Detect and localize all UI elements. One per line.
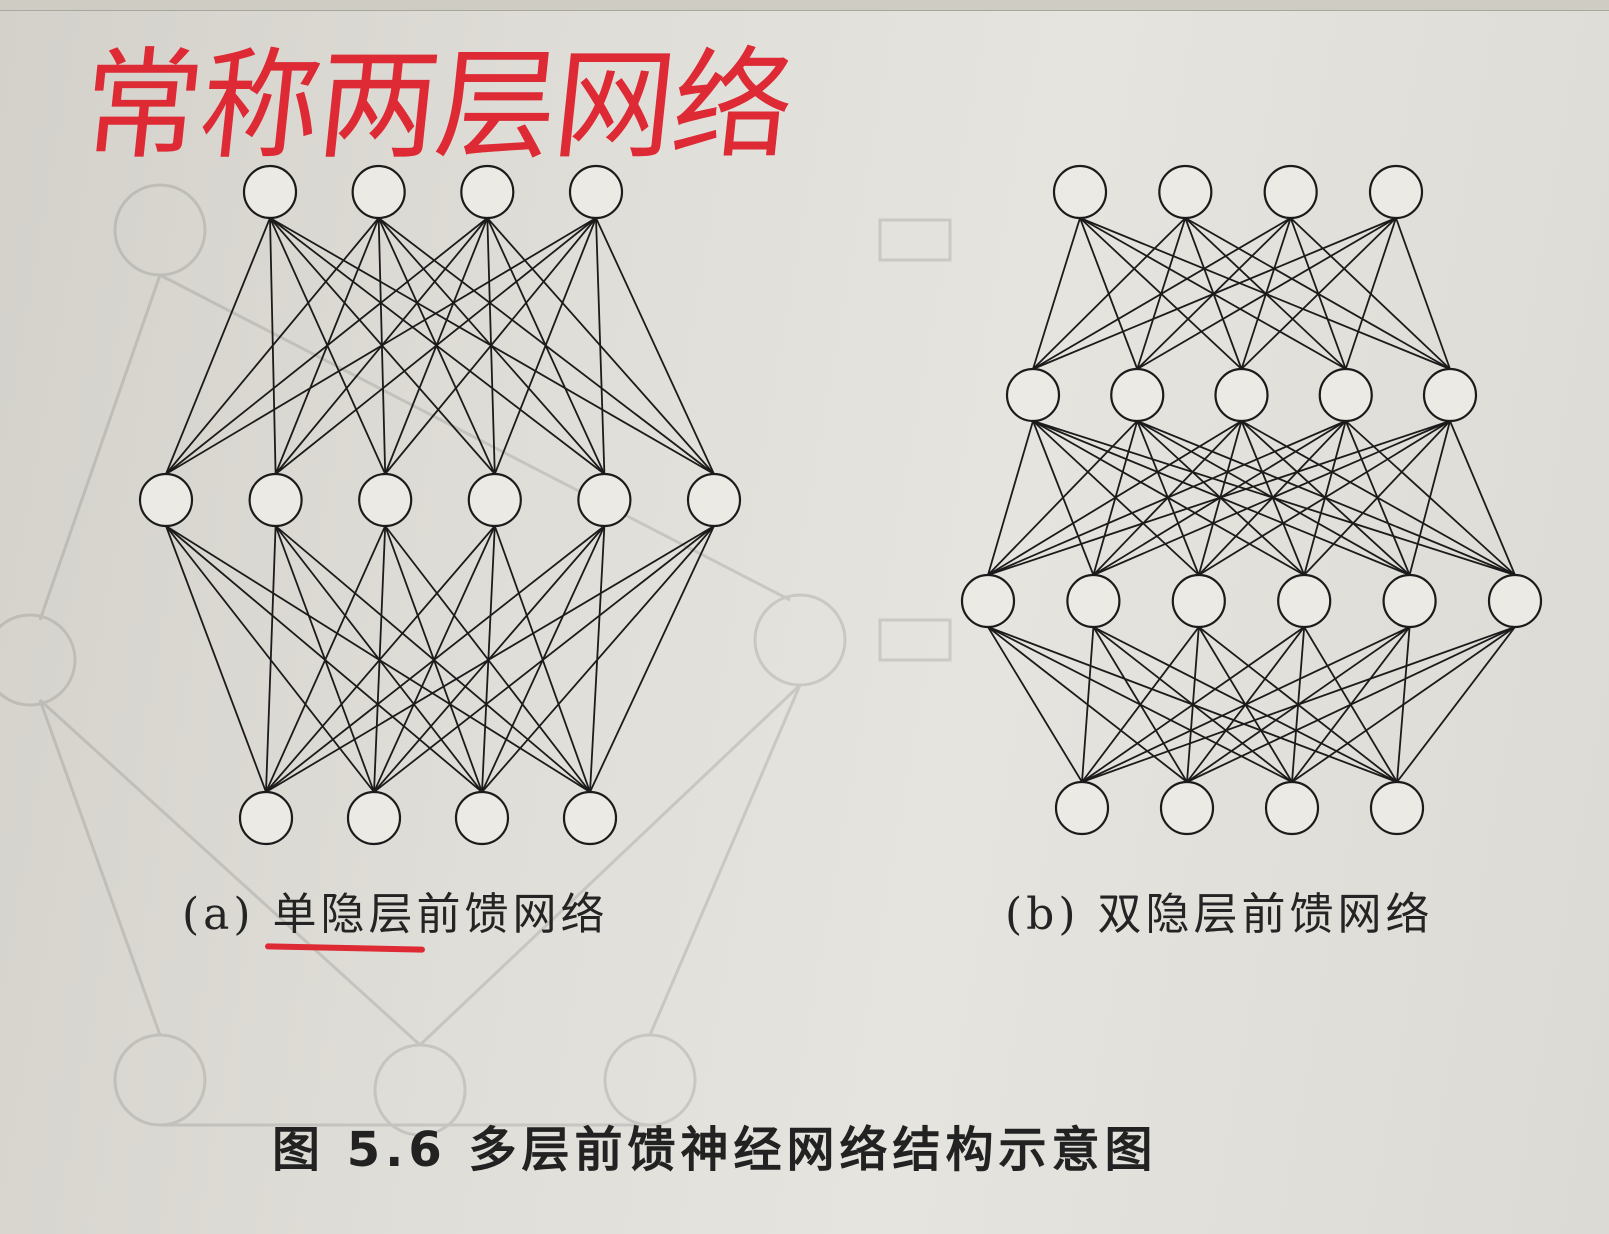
neuron-node-layer-4 [1369,780,1425,836]
double-hidden-layer-network [960,164,1543,836]
connection-edge [1291,626,1516,783]
neuron-node-layer-1 [1263,164,1318,220]
neuron-node-layer-2 [1005,367,1061,423]
connection-edge [1032,217,1397,370]
connection-edge [1395,217,1451,370]
subfigure-b-caption: (b) 双隐层前馈网络 [1005,889,1434,940]
neuron-node-layer-2 [1214,367,1269,423]
neuron-node-layer-2 [1110,367,1165,423]
neuron-node-layer-3 [1171,573,1226,629]
neuron-node-layer-2 [1318,367,1373,423]
neuron-node-layer-4 [1159,780,1215,836]
connection-edge [1396,626,1516,783]
connection-edge [1344,217,1397,370]
neuron-node-layer-3 [1382,573,1437,629]
neuron-node-layer-3 [1487,573,1543,629]
neuron-node-layer-2 [1422,367,1478,423]
connection-edge [1081,626,1095,783]
neuron-node-layer-1 [1158,164,1213,220]
subfigure-a-caption: (a) 单隐层前馈网络 [182,889,609,940]
connection-edge [1081,626,1305,783]
neuron-node-layer-3 [960,573,1016,629]
neuron-node-layer-3 [1066,573,1121,629]
neuron-node-layer-3 [1277,573,1332,629]
neuron-node-layer-1 [1368,164,1424,220]
neuron-node-layer-4 [1264,780,1320,836]
neuron-node-layer-4 [1054,780,1110,836]
book-page: 常称两层网络 (a) 单隐层前馈网络 (b) 双隐层前馈网络 图 5.6 多层前… [0,0,1609,1234]
figure-caption: 图 5.6 多层前馈神经网络结构示意图 [272,1122,1158,1178]
neuron-node-layer-1 [1052,164,1108,220]
connection-edge [1081,626,1516,783]
